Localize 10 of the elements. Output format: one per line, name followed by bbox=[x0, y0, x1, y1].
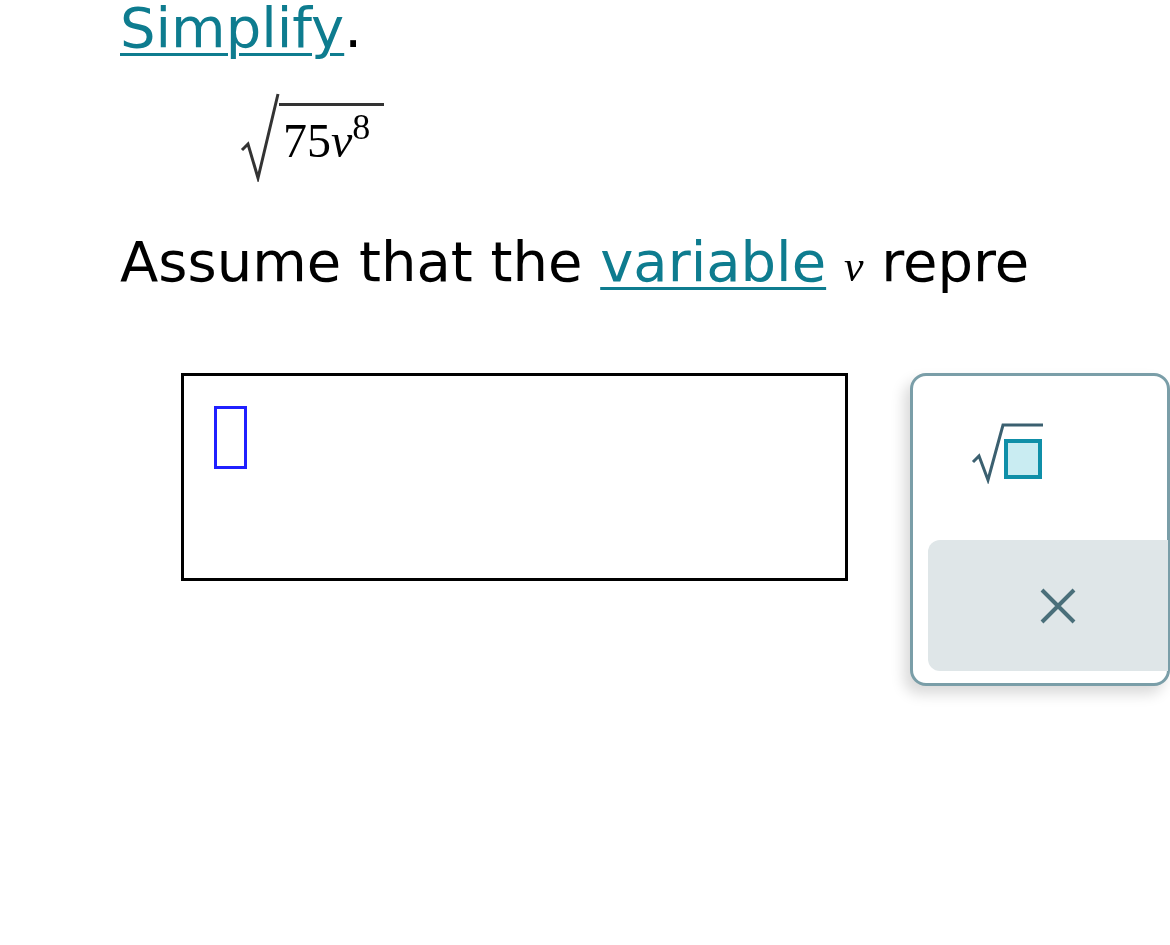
answer-input-field[interactable] bbox=[181, 373, 848, 581]
close-icon bbox=[1040, 587, 1076, 624]
variable-link[interactable]: variable bbox=[600, 229, 827, 294]
square-root-template-icon bbox=[971, 422, 1045, 484]
radical-sign-icon bbox=[240, 92, 280, 182]
math-expression: 75v$^{8}$ bbox=[279, 103, 385, 176]
period: . bbox=[344, 0, 362, 62]
instruction-sentence: Assume that the variable v repre bbox=[119, 228, 1031, 296]
simplify-link[interactable]: Simplify bbox=[120, 0, 345, 64]
cursor-placeholder bbox=[214, 406, 247, 469]
